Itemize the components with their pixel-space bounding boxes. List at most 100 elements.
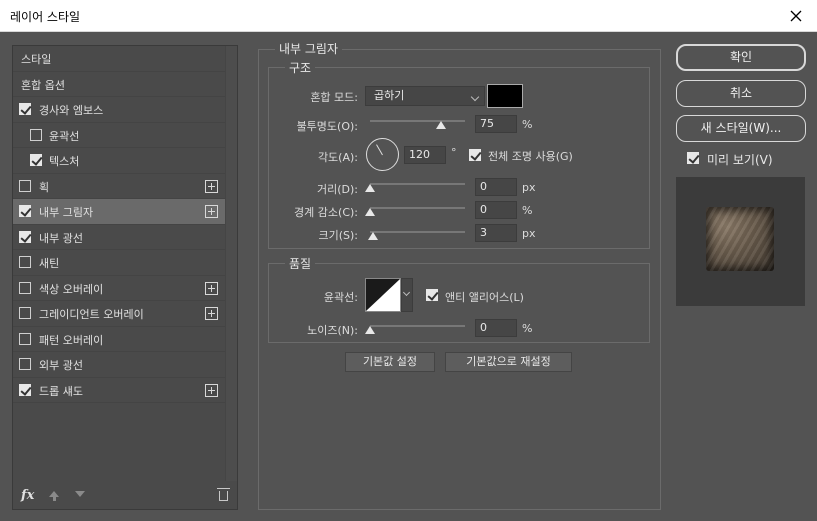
distance-value: 0 xyxy=(480,180,487,193)
sidebar-item-label: 텍스처 xyxy=(49,155,80,168)
sidebar-item-pattern-overlay[interactable]: 패턴 오버레이 xyxy=(13,327,225,352)
inner-shadow-checkbox[interactable] xyxy=(19,205,31,217)
choke-slider-handle[interactable] xyxy=(365,208,375,216)
add-drop-shadow-icon[interactable] xyxy=(205,383,218,397)
sidebar-item-label: 획 xyxy=(39,180,50,194)
preview-thumbnail xyxy=(706,207,774,271)
size-value: 3 xyxy=(480,226,487,239)
anti-alias-checkbox[interactable] xyxy=(426,289,438,301)
add-stroke-icon[interactable] xyxy=(205,179,218,193)
bevel-emboss-checkbox[interactable] xyxy=(19,103,31,115)
style-preview xyxy=(676,177,805,306)
chevron-down-icon xyxy=(470,92,480,102)
sidebar-item-stroke[interactable]: 획 xyxy=(13,174,225,199)
style-list-panel: 스타일 혼합 옵션 경사와 엠보스 윤곽선 텍스처 획 내부 그림자 내부 광선… xyxy=(12,45,238,510)
sidebar-item-label: 윤곽선 xyxy=(49,129,80,143)
trash-icon[interactable] xyxy=(217,488,230,501)
distance-slider-handle[interactable] xyxy=(365,184,375,192)
cancel-button[interactable]: 취소 xyxy=(676,80,806,107)
shadow-color-swatch[interactable] xyxy=(487,84,523,108)
opacity-slider-handle[interactable] xyxy=(436,121,447,129)
opacity-value: 75 xyxy=(480,117,494,130)
ok-button[interactable]: 확인 xyxy=(676,44,806,71)
move-up-icon[interactable] xyxy=(49,491,59,501)
sidebar-item-inner-shadow[interactable]: 내부 그림자 xyxy=(13,199,225,225)
size-unit: px xyxy=(522,227,536,240)
close-button[interactable] xyxy=(775,0,817,31)
noise-slider[interactable] xyxy=(370,325,465,327)
distance-label: 거리(D): xyxy=(317,183,358,196)
sidebar-item-blending-options[interactable]: 혼합 옵션 xyxy=(13,72,225,97)
choke-value: 0 xyxy=(480,203,487,216)
blend-mode-label: 혼합 모드: xyxy=(310,91,358,104)
sidebar-item-color-overlay[interactable]: 색상 오버레이 xyxy=(13,276,225,301)
distance-slider[interactable] xyxy=(370,183,465,185)
gradient-overlay-checkbox[interactable] xyxy=(19,307,31,319)
angle-input[interactable]: 120 xyxy=(404,146,446,164)
contour-curve-icon xyxy=(366,279,400,311)
sidebar-item-label: 색상 오버레이 xyxy=(39,282,104,296)
choke-slider[interactable] xyxy=(370,207,465,209)
satin-checkbox[interactable] xyxy=(19,256,31,268)
add-inner-shadow-icon[interactable] xyxy=(205,205,218,218)
angle-dial[interactable] xyxy=(366,138,399,171)
angle-value: 120 xyxy=(409,148,430,161)
preview-label: 미리 보기(V) xyxy=(707,153,773,167)
style-list-scrollbar[interactable] xyxy=(225,46,237,481)
preview-checkbox[interactable] xyxy=(687,152,699,164)
sidebar-item-drop-shadow[interactable]: 드롭 섀도 xyxy=(13,378,225,403)
blend-mode-select[interactable]: 곱하기 xyxy=(365,86,485,106)
sidebar-item-texture[interactable]: 텍스처 xyxy=(13,148,225,174)
move-down-icon[interactable] xyxy=(75,491,85,497)
opacity-input[interactable]: 75 xyxy=(475,115,517,133)
sidebar-item-label: 새틴 xyxy=(39,257,60,270)
opacity-slider[interactable] xyxy=(370,120,465,122)
inner-glow-checkbox[interactable] xyxy=(19,230,31,243)
drop-shadow-checkbox[interactable] xyxy=(19,383,31,396)
sidebar-item-label: 그레이디언트 오버레이 xyxy=(39,308,144,321)
global-light-label: 전체 조명 사용(G) xyxy=(488,150,573,163)
distance-input[interactable]: 0 xyxy=(475,178,517,196)
style-list: 스타일 혼합 옵션 경사와 엠보스 윤곽선 텍스처 획 내부 그림자 내부 광선… xyxy=(13,46,225,403)
sidebar-item-outer-glow[interactable]: 외부 광선 xyxy=(13,352,225,378)
size-label: 크기(S): xyxy=(318,229,358,242)
pattern-overlay-checkbox[interactable] xyxy=(19,332,31,345)
size-slider[interactable] xyxy=(370,231,465,233)
size-input[interactable]: 3 xyxy=(475,224,517,242)
size-slider-handle[interactable] xyxy=(367,232,378,240)
sidebar-item-contour[interactable]: 윤곽선 xyxy=(13,123,225,148)
sidebar-item-label: 스타일 xyxy=(21,53,52,66)
noise-input[interactable]: 0 xyxy=(475,319,517,337)
reset-default-button[interactable]: 기본값으로 재설정 xyxy=(445,352,572,372)
make-default-button[interactable]: 기본값 설정 xyxy=(345,352,435,372)
contour-dropdown[interactable] xyxy=(401,278,413,312)
noise-label: 노이즈(N): xyxy=(307,324,358,337)
contour-label: 윤곽선: xyxy=(323,291,358,304)
close-icon xyxy=(790,10,802,21)
global-light-checkbox[interactable] xyxy=(469,149,481,161)
add-color-overlay-icon[interactable] xyxy=(205,281,218,295)
choke-input[interactable]: 0 xyxy=(475,201,517,219)
outer-glow-checkbox[interactable] xyxy=(19,358,31,370)
add-gradient-overlay-icon[interactable] xyxy=(205,307,218,320)
sidebar-item-label: 내부 광선 xyxy=(39,231,83,245)
sidebar-item-gradient-overlay[interactable]: 그레이디언트 오버레이 xyxy=(13,301,225,327)
noise-slider-handle[interactable] xyxy=(365,326,375,334)
sidebar-item-styles[interactable]: 스타일 xyxy=(13,46,225,72)
sidebar-item-satin[interactable]: 새틴 xyxy=(13,250,225,276)
anti-alias-label: 앤티 앨리어스(L) xyxy=(445,291,524,304)
texture-checkbox[interactable] xyxy=(30,154,42,166)
contour-picker[interactable] xyxy=(365,278,401,312)
opacity-label: 불투명도(O): xyxy=(296,120,358,133)
sidebar-item-inner-glow[interactable]: 내부 광선 xyxy=(13,225,225,250)
sidebar-item-label: 드롭 섀도 xyxy=(39,384,83,398)
color-overlay-checkbox[interactable] xyxy=(19,281,31,294)
fx-icon[interactable]: fx xyxy=(21,488,34,503)
sidebar-item-bevel-emboss[interactable]: 경사와 엠보스 xyxy=(13,97,225,123)
stroke-checkbox[interactable] xyxy=(19,179,31,192)
contour-checkbox[interactable] xyxy=(30,128,42,141)
new-style-button[interactable]: 새 스타일(W)... xyxy=(676,115,806,142)
angle-label: 각도(A): xyxy=(317,151,358,164)
quality-legend: 품질 xyxy=(285,255,316,272)
panel-title: 내부 그림자 xyxy=(275,40,343,57)
